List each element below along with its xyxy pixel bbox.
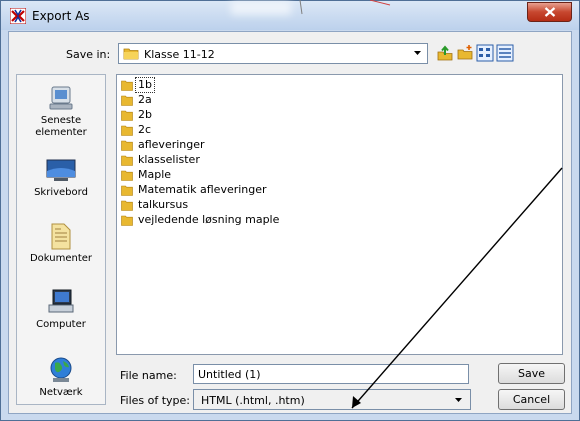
place-network[interactable]: Netværk (17, 355, 105, 399)
file-list[interactable]: 1b 2a 2b 2c afleveringer klasselister Ma… (116, 74, 563, 355)
file-name: Matematik afleveringer (138, 183, 267, 196)
save-button[interactable]: Save (498, 363, 565, 384)
folder-icon (121, 80, 133, 91)
place-label: Skrivebord (34, 187, 88, 198)
chevron-down-icon (414, 51, 421, 55)
file-name: klasselister (138, 153, 200, 166)
up-one-level-icon[interactable] (436, 44, 454, 62)
folder-icon (121, 215, 133, 226)
list-item[interactable]: 2b (121, 108, 152, 122)
list-item[interactable]: vejledende løsning maple (121, 213, 279, 227)
dialog-body: Save in: Klasse 11-12 Seneste elementer … (8, 31, 572, 414)
file-type-label: Files of type: (120, 394, 191, 407)
file-name: vejledende løsning maple (138, 213, 280, 226)
folder-icon (121, 185, 133, 196)
recent-items-icon (49, 86, 73, 110)
new-folder-icon[interactable] (456, 44, 474, 62)
file-name: afleveringer (138, 138, 205, 151)
places-bar: Seneste elementer Skrivebord Dokumenter (16, 74, 106, 405)
file-name: 2a (138, 93, 152, 106)
file-name: 1b (135, 77, 155, 93)
save-in-dropdown[interactable]: Klasse 11-12 (118, 43, 428, 64)
folder-icon (121, 140, 133, 151)
folder-icon (121, 95, 133, 106)
save-in-value: Klasse 11-12 (144, 48, 215, 61)
title-bar-glare (231, 1, 291, 15)
folder-icon (121, 200, 133, 211)
list-item[interactable]: afleveringer (121, 138, 205, 152)
list-item[interactable]: klasselister (121, 153, 200, 167)
file-name: talkursus (138, 198, 189, 211)
desktop-icon (46, 159, 76, 181)
place-label: Netværk (39, 387, 83, 398)
computer-icon (48, 289, 74, 313)
folder-icon (121, 155, 133, 166)
list-item[interactable]: Matematik afleveringer (121, 183, 267, 197)
close-button[interactable] (527, 2, 572, 22)
chevron-down-icon (455, 398, 462, 402)
documents-icon (51, 223, 71, 250)
place-label: Dokumenter (29, 253, 93, 264)
place-label: Seneste elementer (35, 115, 87, 138)
place-computer[interactable]: Computer (17, 287, 105, 331)
file-type-dropdown[interactable]: HTML (.html, .htm) (193, 389, 471, 410)
place-documents[interactable]: Dokumenter (17, 221, 105, 265)
save-in-label: Save in: (66, 48, 111, 61)
list-item[interactable]: 1b (121, 77, 155, 93)
file-name: 2b (138, 108, 152, 121)
folder-icon (121, 110, 133, 121)
file-name: 2c (138, 123, 152, 136)
cancel-button[interactable]: Cancel (498, 389, 565, 410)
folder-icon (123, 48, 139, 60)
title-bar[interactable]: Export As (1, 1, 579, 30)
file-name: Maple (138, 168, 172, 181)
folder-icon (121, 170, 133, 181)
window-title: Export As (32, 9, 90, 23)
list-item[interactable]: 2a (121, 93, 152, 107)
details-view-icon[interactable] (496, 44, 514, 62)
place-label: Computer (36, 319, 86, 330)
folder-icon (121, 125, 133, 136)
list-view-icon[interactable] (476, 44, 494, 62)
file-name-input[interactable] (193, 364, 469, 384)
export-dialog: Export As Save in: Klasse 11-12 Seneste … (0, 0, 580, 421)
app-icon (10, 8, 26, 24)
close-x-icon (544, 7, 556, 17)
place-recent-items[interactable]: Seneste elementer (17, 83, 105, 139)
network-icon (50, 357, 72, 382)
place-desktop[interactable]: Skrivebord (17, 155, 105, 199)
list-item[interactable]: Maple (121, 168, 171, 182)
list-item[interactable]: talkursus (121, 198, 188, 212)
file-type-value: HTML (.html, .htm) (201, 394, 305, 407)
file-name-label: File name: (120, 369, 177, 382)
list-item[interactable]: 2c (121, 123, 151, 137)
